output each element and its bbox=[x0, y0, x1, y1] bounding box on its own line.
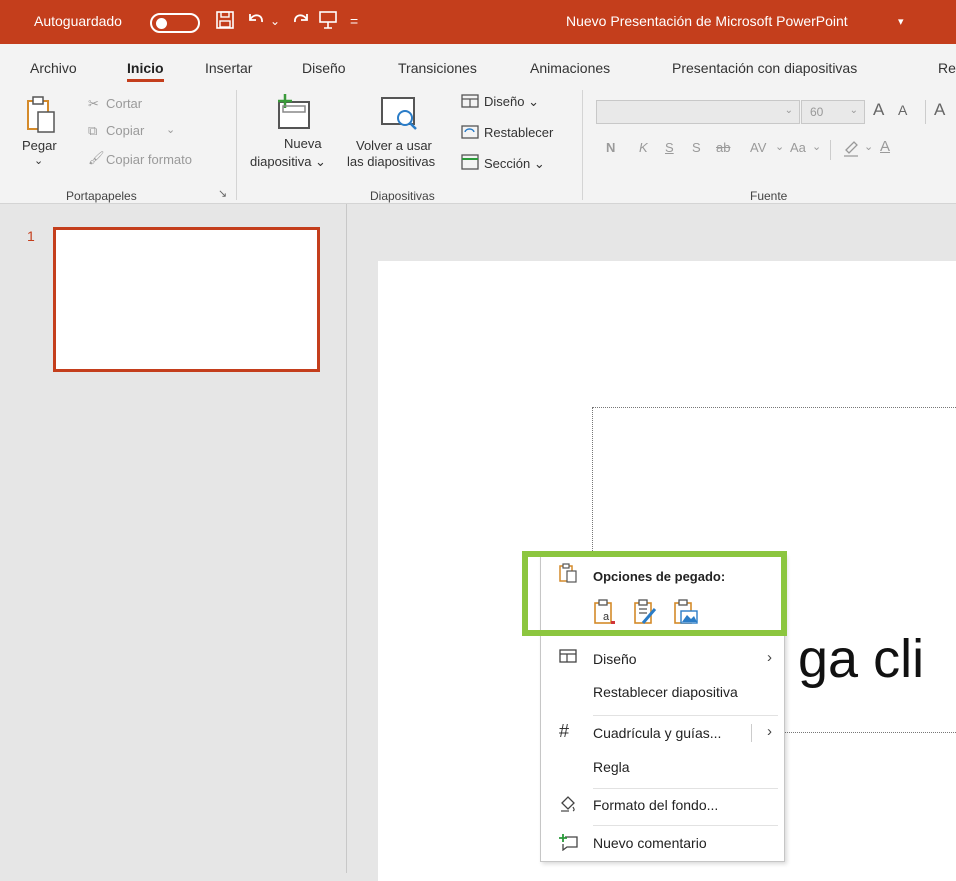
group-fuente: Fuente bbox=[750, 189, 788, 203]
menu-item-label: Nuevo comentario bbox=[593, 835, 707, 851]
paste-dropdown-icon[interactable]: ⌄ bbox=[34, 154, 43, 167]
shadow-button[interactable]: S bbox=[692, 140, 701, 155]
change-case-dropdown-icon[interactable]: ⌄ bbox=[812, 140, 821, 153]
paste-label[interactable]: Pegar bbox=[22, 138, 57, 153]
submenu-arrow-icon: › bbox=[767, 723, 772, 740]
cut-icon[interactable]: ✂ bbox=[88, 96, 99, 112]
ribbon: Pegar ⌄ ✂ Cortar ⧉ Copiar ⌄ 🖌 Copiar for… bbox=[0, 84, 956, 204]
section-label[interactable]: Sección ⌄ bbox=[484, 156, 545, 172]
menu-item-cuadricula-y-guias[interactable]: # Cuadrícula y guías... › bbox=[541, 717, 784, 749]
strikethrough-button[interactable]: ab bbox=[716, 140, 730, 155]
layout-icon bbox=[559, 649, 577, 668]
font-name-box[interactable]: ⌄ bbox=[596, 100, 800, 124]
ribbon-tabs: Archivo Inicio Insertar Diseño Transicio… bbox=[0, 44, 956, 84]
tab-inicio[interactable]: Inicio bbox=[127, 60, 164, 82]
autosave-toggle[interactable] bbox=[150, 13, 200, 33]
slide-thumbnails-pane: 1 bbox=[10, 204, 347, 873]
menu-item-label: Restablecer diapositiva bbox=[593, 684, 738, 700]
menu-item-regla[interactable]: Regla bbox=[541, 751, 784, 783]
group-diapositivas: Diapositivas bbox=[370, 189, 435, 203]
undo-dropdown-icon[interactable]: ⌄ bbox=[270, 10, 280, 32]
menu-item-diseno[interactable]: Diseño › bbox=[541, 643, 784, 675]
reuse-label-2[interactable]: las diapositivas bbox=[347, 154, 435, 169]
placeholder-text[interactable]: ga cli bbox=[798, 628, 924, 690]
font-color-icon[interactable]: A bbox=[880, 138, 890, 155]
tab-diseno[interactable]: Diseño bbox=[302, 60, 346, 76]
reset-icon[interactable] bbox=[461, 125, 479, 142]
paste-options-highlight bbox=[522, 551, 787, 636]
font-size-value: 60 bbox=[810, 105, 824, 119]
customize-qat-icon[interactable]: = bbox=[350, 10, 358, 32]
format-background-icon bbox=[559, 795, 577, 818]
clipboard-launcher-icon[interactable]: ↘ bbox=[218, 187, 227, 200]
menu-item-formato-del-fondo[interactable]: Formato del fondo... bbox=[541, 789, 784, 821]
tab-transiciones[interactable]: Transiciones bbox=[398, 60, 477, 76]
layout-icon[interactable] bbox=[461, 94, 479, 111]
highlight-color-icon[interactable] bbox=[842, 138, 860, 161]
tab-revisar-partial[interactable]: Re bbox=[938, 60, 956, 76]
slide-thumbnail[interactable] bbox=[53, 227, 320, 372]
tab-animaciones[interactable]: Animaciones bbox=[530, 60, 610, 76]
menu-item-restablecer-diapositiva[interactable]: Restablecer diapositiva bbox=[541, 676, 784, 708]
tab-insertar[interactable]: Insertar bbox=[205, 60, 252, 76]
paste-icon[interactable] bbox=[26, 96, 56, 134]
copy-label[interactable]: Copiar bbox=[106, 123, 144, 138]
copy-dropdown-icon[interactable]: ⌄ bbox=[166, 123, 175, 136]
new-slide-label-2[interactable]: diapositiva ⌄ bbox=[250, 154, 326, 170]
start-from-beginning-icon[interactable] bbox=[318, 10, 338, 35]
menu-item-label: Formato del fondo... bbox=[593, 797, 719, 813]
save-icon[interactable] bbox=[215, 10, 235, 35]
character-spacing-button[interactable]: AV bbox=[750, 140, 766, 155]
underline-button[interactable]: S bbox=[665, 140, 674, 155]
font-name-dropdown-icon[interactable]: ⌄ bbox=[785, 105, 793, 116]
bold-button[interactable]: N bbox=[606, 140, 615, 155]
new-comment-icon bbox=[559, 833, 579, 856]
new-slide-label-1[interactable]: Nueva bbox=[284, 136, 322, 151]
grow-font-icon[interactable]: A bbox=[873, 100, 884, 120]
undo-icon[interactable] bbox=[245, 10, 267, 35]
autosave-label: Autoguardado bbox=[34, 13, 122, 29]
redo-icon[interactable] bbox=[290, 10, 312, 35]
title-dropdown-icon[interactable]: ▾ bbox=[898, 15, 904, 28]
copy-icon[interactable]: ⧉ bbox=[88, 123, 97, 139]
font-size-dropdown-icon[interactable]: ⌄ bbox=[850, 105, 858, 116]
section-icon[interactable] bbox=[461, 154, 479, 173]
menu-item-label: Diseño bbox=[593, 651, 637, 667]
change-case-button[interactable]: Aa bbox=[790, 140, 806, 155]
character-spacing-dropdown-icon[interactable]: ⌄ bbox=[775, 140, 784, 153]
reuse-slides-icon[interactable] bbox=[380, 96, 420, 136]
italic-button[interactable]: K bbox=[639, 140, 648, 155]
group-portapapeles: Portapapeles bbox=[66, 189, 137, 203]
reuse-label-1[interactable]: Volver a usar bbox=[356, 138, 432, 153]
tab-presentacion[interactable]: Presentación con diapositivas bbox=[672, 60, 857, 76]
shrink-font-icon[interactable]: A bbox=[898, 102, 907, 118]
menu-item-label: Regla bbox=[593, 759, 630, 775]
cut-label[interactable]: Cortar bbox=[106, 96, 142, 111]
title-bar: Autoguardado ⌄ = Nuevo Presentación de M… bbox=[0, 0, 956, 44]
format-painter-icon[interactable]: 🖌 bbox=[88, 150, 105, 166]
menu-item-nuevo-comentario[interactable]: Nuevo comentario bbox=[541, 827, 784, 859]
menu-item-label: Cuadrícula y guías... bbox=[593, 725, 722, 741]
grid-icon: # bbox=[559, 721, 570, 741]
clear-format-icon[interactable]: A bbox=[934, 100, 945, 120]
reset-label[interactable]: Restablecer bbox=[484, 125, 553, 140]
submenu-arrow-icon: › bbox=[767, 649, 772, 666]
slide-number: 1 bbox=[27, 228, 35, 244]
font-size-box[interactable]: 60 ⌄ bbox=[801, 100, 865, 124]
tab-archivo[interactable]: Archivo bbox=[30, 60, 77, 76]
new-slide-icon[interactable] bbox=[275, 92, 315, 132]
layout-label[interactable]: Diseño ⌄ bbox=[484, 94, 539, 110]
format-painter-label[interactable]: Copiar formato bbox=[106, 152, 192, 167]
document-title[interactable]: Nuevo Presentación de Microsoft PowerPoi… bbox=[566, 13, 848, 29]
highlight-dropdown-icon[interactable]: ⌄ bbox=[864, 140, 873, 153]
